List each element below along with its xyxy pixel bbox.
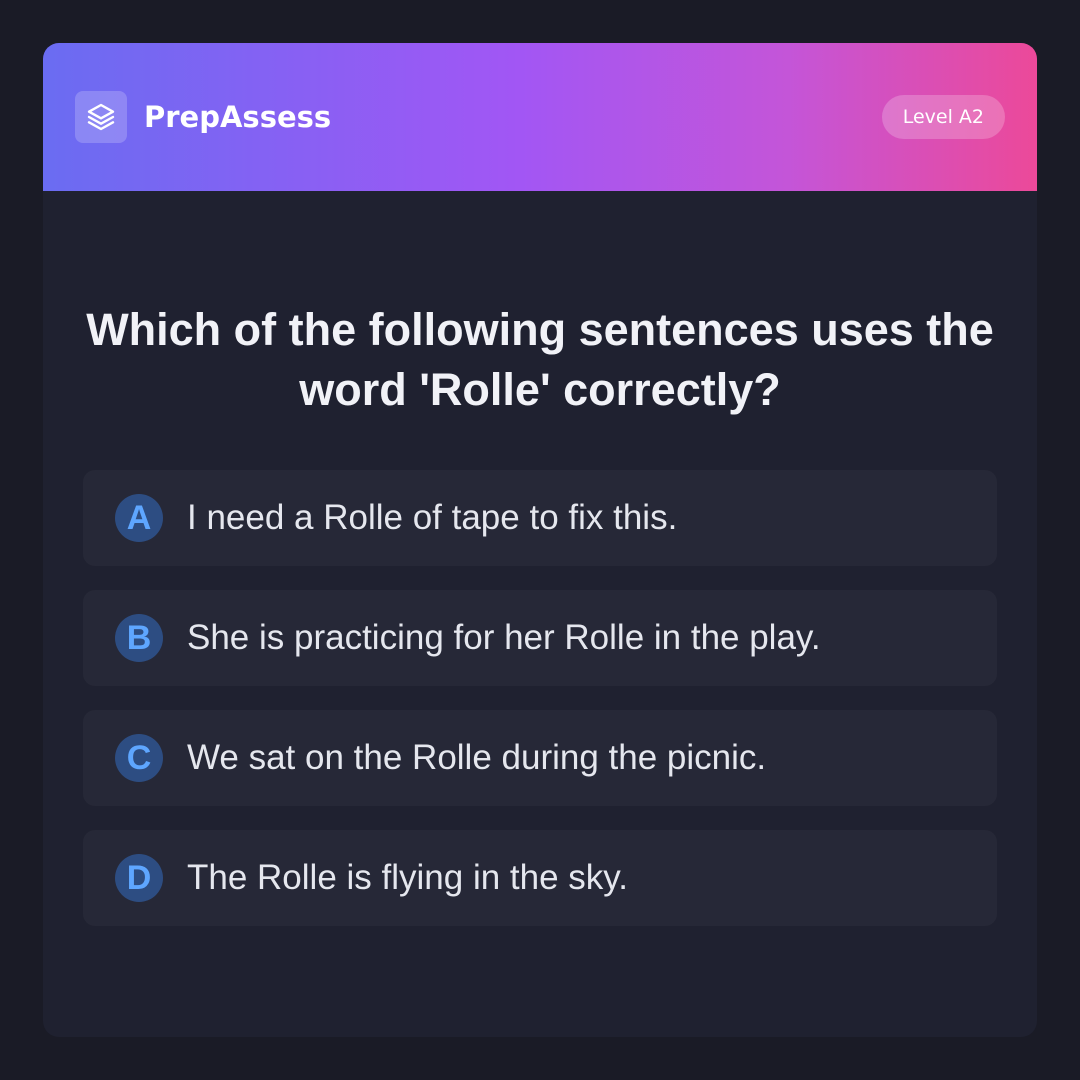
quiz-header: PrepAssess Level A2 [43, 43, 1037, 191]
brand: PrepAssess [75, 91, 331, 143]
layers-icon [75, 91, 127, 143]
answer-options: A I need a Rolle of tape to fix this. B … [83, 470, 997, 950]
option-a[interactable]: A I need a Rolle of tape to fix this. [83, 470, 997, 566]
option-text: I need a Rolle of tape to fix this. [187, 498, 678, 537]
option-letter: A [115, 494, 163, 542]
option-b[interactable]: B She is practicing for her Rolle in the… [83, 590, 997, 686]
option-text: She is practicing for her Rolle in the p… [187, 618, 821, 657]
quiz-card: PrepAssess Level A2 Which of the followi… [43, 43, 1037, 1037]
level-badge: Level A2 [881, 95, 1005, 139]
option-letter: B [115, 614, 163, 662]
option-text: We sat on the Rolle during the picnic. [187, 738, 767, 777]
option-letter: D [115, 854, 163, 902]
option-d[interactable]: D The Rolle is flying in the sky. [83, 830, 997, 926]
option-letter: C [115, 734, 163, 782]
option-c[interactable]: C We sat on the Rolle during the picnic. [83, 710, 997, 806]
option-text: The Rolle is flying in the sky. [187, 858, 628, 897]
brand-name: PrepAssess [144, 100, 332, 134]
question-text: Which of the following sentences uses th… [86, 304, 994, 415]
